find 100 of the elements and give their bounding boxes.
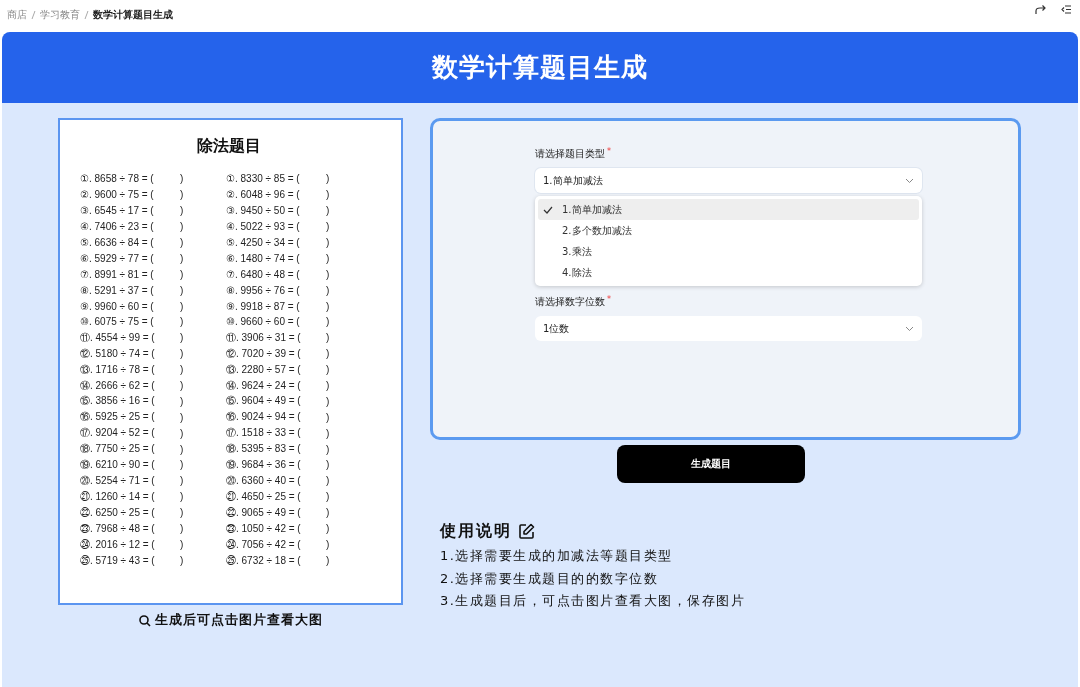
answer-paren: ) [180, 443, 185, 455]
required-mark: * [607, 147, 611, 158]
instruction-step: 3.生成题目后，可点击图片查看大图，保存图片 [440, 590, 1021, 613]
answer-paren: ) [180, 459, 185, 471]
page-title: 数学计算题目生成 [432, 51, 648, 84]
answer-paren: ) [180, 411, 185, 423]
required-mark: * [607, 295, 611, 306]
digits-select[interactable]: 1位数 [535, 316, 922, 341]
answer-paren: ) [326, 284, 331, 296]
worksheet-card[interactable] [58, 118, 403, 605]
check-icon [543, 205, 553, 214]
answer-paren: ) [326, 300, 331, 312]
answer-paren: ) [326, 221, 331, 233]
problem-text: ②. 9600 ÷ 75 = ( [80, 189, 155, 201]
problem-text: ⑦. 8991 ÷ 81 = ( [80, 268, 155, 280]
problem-text: ⑱. 7750 ÷ 25 = ( [80, 442, 156, 457]
problem-text: ⑦. 6480 ÷ 48 = ( [226, 268, 301, 280]
problem-text: ㉕. 5719 ÷ 43 = ( [80, 554, 156, 566]
answer-paren: ) [180, 173, 185, 185]
answer-paren: ) [326, 332, 331, 344]
problem-text: ⑩. 6075 ÷ 75 = ( [80, 316, 155, 328]
dropdown-option[interactable]: 1.简单加减法 [538, 199, 919, 220]
problem-text: ①. 8330 ÷ 85 = ( [226, 173, 301, 185]
answer-paren: ) [180, 380, 185, 391]
problem-text: ③. 9450 ÷ 50 = ( [226, 205, 301, 217]
problem-text: ⑥. 5929 ÷ 77 = ( [80, 252, 155, 264]
problem-text: ⑫. 5180 ÷ 74 = ( [80, 346, 156, 361]
answer-paren: ) [326, 443, 331, 455]
problem-text: ㉕. 6732 ÷ 18 = ( [226, 554, 302, 566]
problem-text: ⑤. 6636 ÷ 84 = ( [80, 237, 155, 248]
type-select[interactable]: 1.简单加减法 [535, 168, 922, 193]
answer-paren: ) [180, 348, 185, 360]
answer-paren: ) [326, 268, 331, 280]
problem-text: ㉒. 9065 ÷ 49 = ( [226, 507, 302, 519]
breadcrumb-link[interactable]: 学习教育 [40, 8, 80, 22]
answer-paren: ) [326, 237, 331, 248]
instruction-step: 1.选择需要生成的加减法等题目类型 [440, 545, 1021, 568]
problem-text: ⑪. 3906 ÷ 31 = ( [226, 330, 302, 345]
answer-paren: ) [180, 475, 185, 487]
answer-paren: ) [180, 252, 185, 264]
problem-text: ①. 8658 ÷ 78 = ( [80, 173, 155, 185]
answer-paren: ) [326, 554, 331, 566]
answer-paren: ) [326, 380, 331, 391]
answer-paren: ) [180, 268, 185, 280]
problem-text: ⑲. 6210 ÷ 90 = ( [80, 457, 156, 472]
dropdown-option[interactable]: 2.多个数加减法 [538, 220, 919, 241]
problem-text: ⑬. 1716 ÷ 78 = ( [80, 362, 156, 377]
chevron-icon [905, 325, 914, 332]
answer-paren: ) [326, 205, 331, 217]
problem-text: ⑤. 4250 ÷ 34 = ( [226, 237, 301, 248]
caption-text: 生成后可点击图片查看大图 [154, 612, 323, 629]
answer-paren: ) [180, 316, 185, 328]
share-icon[interactable] [1035, 3, 1047, 15]
problem-text: ⑮. 9604 ÷ 49 = ( [226, 394, 302, 409]
answer-paren: ) [326, 411, 331, 423]
answer-paren: ) [180, 523, 185, 535]
problem-text: ④. 5022 ÷ 93 = ( [226, 221, 301, 233]
collapse-icon[interactable] [1061, 4, 1072, 14]
answer-paren: ) [326, 523, 331, 535]
problem-text: ⑲. 9684 ÷ 36 = ( [226, 457, 302, 472]
breadcrumb-link[interactable]: 商店 [7, 8, 27, 22]
dropdown-option[interactable]: 4.除法 [538, 262, 919, 283]
problem-text: ⑬. 2280 ÷ 57 = ( [226, 362, 302, 377]
answer-paren: ) [326, 475, 331, 487]
answer-paren: ) [180, 205, 185, 217]
answer-paren: ) [326, 364, 331, 376]
instructions-title: 使用说明 [440, 521, 512, 542]
answer-paren: ) [180, 364, 185, 376]
answer-paren: ) [326, 348, 331, 360]
problem-text: ⑨. 9960 ÷ 60 = ( [80, 300, 155, 312]
problem-text: ㉒. 6250 ÷ 25 = ( [80, 507, 156, 519]
problem-text: ⑪. 4554 ÷ 99 = ( [80, 330, 156, 345]
problem-text: ㉑. 1260 ÷ 14 = ( [80, 491, 156, 503]
generate-button[interactable]: 生成题目 [616, 445, 805, 483]
answer-paren: ) [326, 459, 331, 471]
problem-text: ⑳. 5254 ÷ 71 = ( [80, 473, 156, 488]
instruction-step: 2.选择需要生成题目的的数字位数 [440, 567, 1021, 590]
field-label: 请选择题目类型 [535, 147, 605, 161]
problem-text: ④. 7406 ÷ 23 = ( [80, 221, 155, 233]
answer-paren: ) [326, 395, 331, 407]
problem-text: ⑭. 9624 ÷ 24 = ( [226, 378, 302, 393]
answer-paren: ) [326, 491, 331, 503]
answer-paren: ) [180, 538, 185, 550]
problem-text: ⑩. 9660 ÷ 60 = ( [226, 316, 301, 328]
problem-text: ⑭. 2666 ÷ 62 = ( [80, 378, 156, 393]
problem-text: ⑮. 3856 ÷ 16 = ( [80, 394, 156, 409]
problem-text: ㉔. 7056 ÷ 42 = ( [226, 538, 302, 550]
breadcrumb-link[interactable]: 数学计算题目生成 [93, 8, 173, 22]
problem-text: ⑰. 1518 ÷ 33 = ( [226, 426, 302, 441]
answer-paren: ) [326, 173, 331, 185]
answer-paren: ) [326, 252, 331, 264]
problem-text: ⑰. 9204 ÷ 52 = ( [80, 426, 156, 441]
problem-text: ⑳. 6360 ÷ 40 = ( [226, 473, 302, 488]
problem-text: ⑱. 5395 ÷ 83 = ( [226, 442, 302, 457]
problem-text: ③. 6545 ÷ 17 = ( [80, 205, 155, 217]
chevron-icon [905, 177, 914, 184]
answer-paren: ) [180, 237, 185, 248]
answer-paren: ) [180, 284, 185, 296]
edit-icon [518, 523, 535, 540]
dropdown-option[interactable]: 3.乘法 [538, 241, 919, 262]
